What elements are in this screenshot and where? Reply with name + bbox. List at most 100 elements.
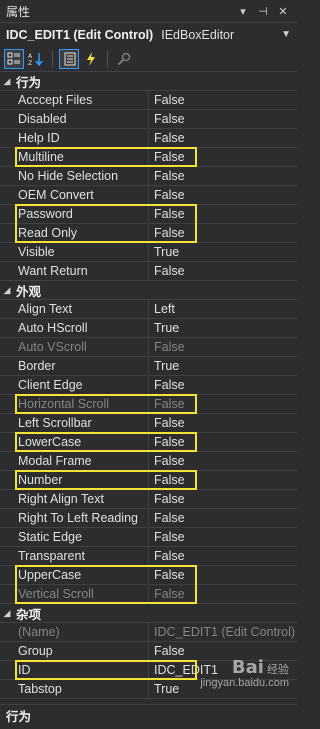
property-name: Auto HScroll — [14, 319, 149, 337]
property-row[interactable]: Visible True — [0, 243, 297, 262]
property-pages-button[interactable] — [114, 49, 134, 69]
property-value[interactable]: False — [149, 376, 297, 394]
property-name: No Hide Selection — [14, 167, 149, 185]
property-value[interactable]: False — [149, 395, 297, 413]
panel-title: 属性 — [6, 4, 31, 19]
property-row[interactable]: Vertical Scroll False — [0, 585, 297, 604]
property-row[interactable]: Border True — [0, 357, 297, 376]
row-gutter — [0, 300, 14, 318]
property-value[interactable]: False — [149, 414, 297, 432]
property-value[interactable]: False — [149, 490, 297, 508]
row-gutter — [0, 395, 14, 413]
property-row[interactable]: Client Edge False — [0, 376, 297, 395]
property-row[interactable]: No Hide Selection False — [0, 167, 297, 186]
property-value[interactable]: False — [149, 547, 297, 565]
property-row[interactable]: Acccept Files False — [0, 91, 297, 110]
property-row[interactable]: Password False — [0, 205, 297, 224]
toolbar: A Z — [0, 46, 297, 72]
property-value[interactable]: True — [149, 357, 297, 375]
property-value[interactable]: False — [149, 224, 297, 242]
property-name: Help ID — [14, 129, 149, 147]
property-row[interactable]: Multiline False — [0, 148, 297, 167]
property-row[interactable]: OEM Convert False — [0, 186, 297, 205]
property-value[interactable]: False — [149, 566, 297, 584]
property-row[interactable]: Horizontal Scroll False — [0, 395, 297, 414]
property-value[interactable]: False — [149, 452, 297, 470]
property-value[interactable]: False — [149, 433, 297, 451]
row-gutter — [0, 547, 14, 565]
property-name: Password — [14, 205, 149, 223]
property-row[interactable]: Align Text Left — [0, 300, 297, 319]
property-value[interactable]: False — [149, 509, 297, 527]
property-value[interactable]: False — [149, 262, 297, 280]
row-gutter — [0, 414, 14, 432]
property-name: Visible — [14, 243, 149, 261]
category-name: 行为 — [16, 75, 42, 90]
property-value[interactable]: IDC_EDIT1 (Edit Control) — [149, 623, 297, 641]
row-gutter — [0, 623, 14, 641]
row-gutter — [0, 509, 14, 527]
row-gutter — [0, 471, 14, 489]
property-value[interactable]: True — [149, 319, 297, 337]
property-row[interactable]: (Name) IDC_EDIT1 (Edit Control) — [0, 623, 297, 642]
category-header[interactable]: ◢ 杂项 — [0, 604, 297, 623]
property-row[interactable]: Right Align Text False — [0, 490, 297, 509]
row-gutter — [0, 129, 14, 147]
property-row[interactable]: Transparent False — [0, 547, 297, 566]
close-icon[interactable]: ✕ — [275, 5, 291, 18]
object-selector[interactable]: IDC_EDIT1 (Edit Control) IEdBoxEditor ▼ — [0, 22, 297, 46]
watermark-jingyan: 经验 — [267, 664, 289, 676]
property-name: Left Scrollbar — [14, 414, 149, 432]
property-value[interactable]: False — [149, 585, 297, 603]
property-value[interactable]: False — [149, 186, 297, 204]
row-gutter — [0, 243, 14, 261]
property-row[interactable]: Left Scrollbar False — [0, 414, 297, 433]
property-value[interactable]: False — [149, 129, 297, 147]
collapse-icon[interactable]: ◢ — [0, 608, 14, 619]
property-row[interactable]: Static Edge False — [0, 528, 297, 547]
watermark-brand: Bai — [231, 657, 264, 678]
property-row[interactable]: Number False — [0, 471, 297, 490]
category-header[interactable]: ◢ 行为 — [0, 72, 297, 91]
row-gutter — [0, 167, 14, 185]
property-value[interactable]: False — [149, 110, 297, 128]
property-name: LowerCase — [14, 433, 149, 451]
property-value[interactable]: True — [149, 243, 297, 261]
property-value[interactable]: False — [149, 205, 297, 223]
property-value[interactable]: False — [149, 148, 297, 166]
property-row[interactable]: Help ID False — [0, 129, 297, 148]
property-row[interactable]: Auto HScroll True — [0, 319, 297, 338]
property-row[interactable]: Read Only False — [0, 224, 297, 243]
property-row[interactable]: Want Return False — [0, 262, 297, 281]
properties-button[interactable] — [59, 48, 79, 69]
row-gutter — [0, 490, 14, 508]
property-value[interactable]: False — [149, 167, 297, 185]
dropdown-icon[interactable]: ▾ — [235, 5, 251, 18]
watermark: Bai 经验 jingyan.baidu.com — [200, 659, 289, 690]
watermark-url: jingyan.baidu.com — [200, 677, 289, 689]
property-value[interactable]: False — [149, 528, 297, 546]
alphabetical-button[interactable]: A Z — [26, 49, 46, 69]
property-row[interactable]: UpperCase False — [0, 566, 297, 585]
property-row[interactable]: Modal Frame False — [0, 452, 297, 471]
property-row[interactable]: LowerCase False — [0, 433, 297, 452]
property-value[interactable]: False — [149, 642, 297, 660]
property-value[interactable]: False — [149, 338, 297, 356]
collapse-icon[interactable]: ◢ — [0, 285, 14, 296]
collapse-icon[interactable]: ◢ — [0, 76, 14, 87]
property-row[interactable]: Auto VScroll False — [0, 338, 297, 357]
property-row[interactable]: Right To Left Reading False — [0, 509, 297, 528]
property-grid: ◢ 行为 Acccept Files False Disabled False Help I… — [0, 72, 297, 699]
property-value[interactable]: False — [149, 91, 297, 109]
category-header[interactable]: ◢ 外观 — [0, 281, 297, 300]
categorized-button[interactable] — [4, 48, 24, 69]
property-row[interactable]: Disabled False — [0, 110, 297, 129]
chevron-down-icon[interactable]: ▼ — [281, 29, 291, 40]
property-name: ID — [14, 661, 149, 679]
property-value[interactable]: False — [149, 471, 297, 489]
events-button[interactable] — [81, 49, 101, 69]
property-pages-icon — [117, 52, 131, 65]
property-name: Acccept Files — [14, 91, 149, 109]
pin-icon[interactable]: ⊣ — [255, 5, 271, 18]
property-value[interactable]: Left — [149, 300, 297, 318]
